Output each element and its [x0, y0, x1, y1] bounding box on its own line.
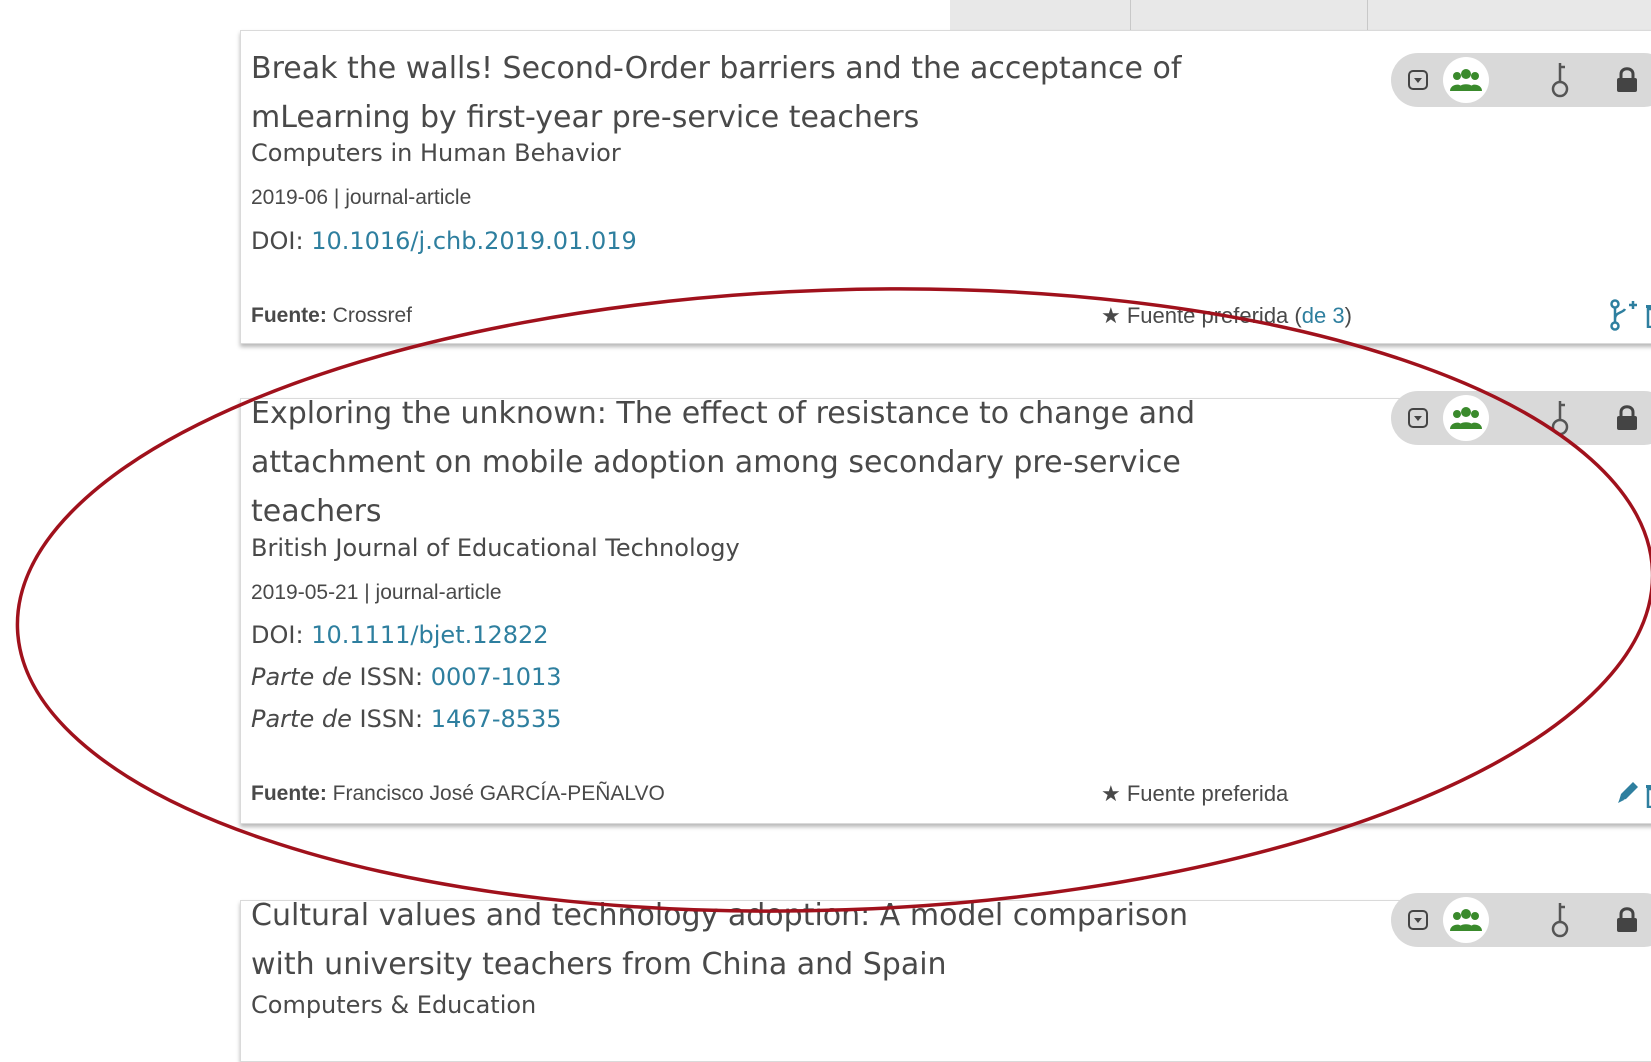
card-actions: [1593, 299, 1651, 333]
trash-icon[interactable]: [1645, 782, 1651, 812]
doi-link[interactable]: 10.1111/bjet.12822: [311, 621, 548, 649]
work-date-type: 2019-06 | journal-article: [251, 186, 472, 209]
work-date-type: 2019-05-21 | journal-article: [251, 581, 502, 604]
issn-label: ISSN:: [359, 705, 424, 733]
star-icon: ★: [1101, 303, 1121, 328]
pencil-icon[interactable]: [1615, 779, 1641, 809]
work-issn-row: Parte de ISSN: 1467-8535: [251, 705, 562, 733]
lock-icon[interactable]: [1606, 59, 1648, 101]
work-card: Break the walls! Second-Order barriers a…: [240, 30, 1651, 344]
source-name: Crossref: [332, 304, 413, 327]
work-journal: British Journal of Educational Technolog…: [251, 534, 740, 562]
dropdown-toggle-icon[interactable]: [1397, 59, 1439, 101]
toolbar-divider: [1367, 0, 1368, 30]
privacy-selector: [1391, 391, 1651, 445]
key-icon[interactable]: [1539, 397, 1581, 439]
key-icon[interactable]: [1539, 59, 1581, 101]
dropdown-toggle-icon[interactable]: [1397, 899, 1439, 941]
source-label: Fuente:: [251, 782, 327, 805]
work-doi-row: DOI: 10.1016/j.chb.2019.01.019: [251, 227, 637, 255]
preferred-source: ★ Fuente preferida: [1101, 781, 1288, 807]
work-issn-row: Parte de ISSN: 0007-1013: [251, 663, 562, 691]
key-icon[interactable]: [1539, 899, 1581, 941]
issn-label: ISSN:: [359, 663, 424, 691]
work-doi-row: DOI: 10.1111/bjet.12822: [251, 621, 549, 649]
preferred-label: Fuente preferida: [1126, 781, 1289, 806]
lock-icon[interactable]: [1606, 899, 1648, 941]
doi-label: DOI:: [251, 621, 304, 649]
preferred-label: Fuente preferida: [1126, 303, 1289, 328]
work-card: Exploring the unknown: The effect of res…: [240, 391, 1651, 824]
privacy-selector: [1391, 893, 1651, 947]
work-card: Cultural values and technology adoption:…: [240, 893, 1651, 1062]
issn-link[interactable]: 1467-8535: [431, 705, 562, 733]
toolbar-divider: [1130, 0, 1131, 30]
work-source: Fuente: Crossref: [251, 304, 412, 328]
dropdown-toggle-icon[interactable]: [1397, 397, 1439, 439]
card-actions: [1593, 779, 1651, 813]
preferred-paren-open: (: [1288, 303, 1302, 328]
doi-label: DOI:: [251, 227, 304, 255]
preferred-paren-close: ): [1344, 303, 1352, 328]
users-icon[interactable]: [1443, 57, 1489, 103]
star-icon: ★: [1101, 781, 1121, 806]
issn-link[interactable]: 0007-1013: [431, 663, 562, 691]
work-title: Break the walls! Second-Order barriers a…: [251, 51, 1182, 135]
top-toolbar-strip: [950, 0, 1651, 31]
work-journal: Computers & Education: [251, 991, 537, 1019]
lock-icon[interactable]: [1606, 397, 1648, 439]
source-name: Francisco José GARCÍA-PEÑALVO: [332, 782, 665, 805]
users-icon[interactable]: [1443, 395, 1489, 441]
users-icon[interactable]: [1443, 897, 1489, 943]
issn-prefix: Parte de: [251, 705, 352, 733]
trash-icon[interactable]: [1645, 302, 1651, 332]
issn-prefix: Parte de: [251, 663, 352, 691]
work-source: Fuente: Francisco José GARCÍA-PEÑALVO: [251, 782, 665, 806]
other-sources-link[interactable]: de 3: [1302, 303, 1345, 328]
source-label: Fuente:: [251, 304, 327, 327]
work-journal: Computers in Human Behavior: [251, 139, 621, 167]
doi-link[interactable]: 10.1016/j.chb.2019.01.019: [311, 227, 637, 255]
privacy-selector: [1391, 53, 1651, 107]
branch-plus-icon[interactable]: [1609, 299, 1639, 335]
work-title: Cultural values and technology adoption:…: [251, 898, 1188, 982]
preferred-source: ★ Fuente preferida (de 3): [1101, 303, 1352, 329]
work-title: Exploring the unknown: The effect of res…: [251, 396, 1196, 529]
